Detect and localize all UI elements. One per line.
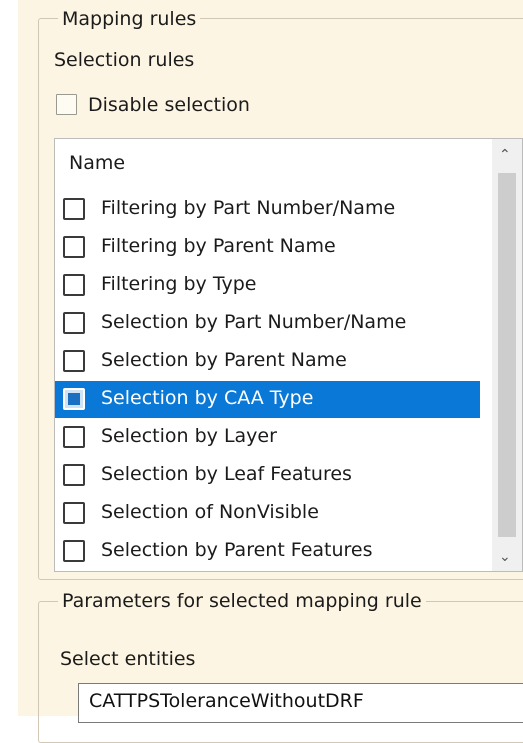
list-item[interactable]: Selection by Leaf Features bbox=[55, 457, 480, 494]
list-item[interactable]: Filtering by Parent Name bbox=[55, 229, 480, 266]
parameters-title: Parameters for selected mapping rule bbox=[58, 590, 426, 612]
rule-checkbox[interactable] bbox=[63, 350, 85, 372]
rule-label: Selection by Part Number/Name bbox=[101, 311, 407, 333]
rule-checkbox[interactable] bbox=[63, 502, 85, 524]
rule-label: Selection by Leaf Features bbox=[101, 463, 352, 485]
list-item[interactable]: Selection by Parent Name bbox=[55, 343, 480, 380]
mapping-rules-title: Mapping rules bbox=[58, 8, 201, 30]
scroll-down-arrow-icon[interactable]: ⌄ bbox=[499, 549, 511, 565]
disable-selection-label[interactable]: Disable selection bbox=[88, 93, 250, 117]
list-item[interactable]: Selection by Parent Features bbox=[55, 533, 480, 570]
disable-selection-checkbox[interactable] bbox=[56, 94, 77, 115]
rule-label: Selection by Layer bbox=[101, 425, 277, 447]
scroll-up-arrow-icon[interactable]: ⌃ bbox=[499, 147, 511, 163]
vertical-scrollbar[interactable]: ⌃ ⌄ bbox=[492, 139, 522, 571]
rule-label: Filtering by Parent Name bbox=[101, 235, 336, 257]
list-item[interactable]: Selection by Part Number/Name bbox=[55, 305, 480, 342]
rule-checkbox-checked[interactable] bbox=[63, 388, 85, 410]
rule-label: Selection by CAA Type bbox=[101, 387, 314, 409]
rule-checkbox[interactable] bbox=[63, 236, 85, 258]
rule-checkbox[interactable] bbox=[63, 274, 85, 296]
list-item[interactable]: Filtering by Type bbox=[55, 267, 480, 304]
list-item[interactable]: Filtering by Part Number/Name bbox=[55, 191, 480, 228]
rule-label: Selection by Parent Features bbox=[101, 539, 373, 561]
list-item[interactable]: Selection by Layer bbox=[55, 419, 480, 456]
list-column-header-name[interactable]: Name bbox=[69, 152, 125, 174]
rule-checkbox[interactable] bbox=[63, 312, 85, 334]
selection-rules-label: Selection rules bbox=[54, 49, 195, 71]
scroll-thumb[interactable] bbox=[498, 173, 516, 537]
select-entities-field[interactable]: CATTPSToleranceWithoutDRF bbox=[78, 683, 523, 723]
rule-checkbox[interactable] bbox=[63, 464, 85, 486]
rule-checkbox[interactable] bbox=[63, 426, 85, 448]
rule-label: Filtering by Part Number/Name bbox=[101, 197, 396, 219]
list-item-selected[interactable]: Selection by CAA Type bbox=[55, 381, 480, 418]
rule-label: Selection of NonVisible bbox=[101, 501, 319, 523]
rule-checkbox[interactable] bbox=[63, 540, 85, 562]
selection-rules-list[interactable]: Name Filtering by Part Number/Name Filte… bbox=[54, 138, 523, 572]
rule-label: Selection by Parent Name bbox=[101, 349, 347, 371]
list-item[interactable]: Selection of NonVisible bbox=[55, 495, 480, 532]
rule-checkbox[interactable] bbox=[63, 198, 85, 220]
select-entities-label: Select entities bbox=[60, 648, 196, 670]
rule-label: Filtering by Type bbox=[101, 273, 257, 295]
select-entities-value: CATTPSToleranceWithoutDRF bbox=[89, 690, 364, 712]
